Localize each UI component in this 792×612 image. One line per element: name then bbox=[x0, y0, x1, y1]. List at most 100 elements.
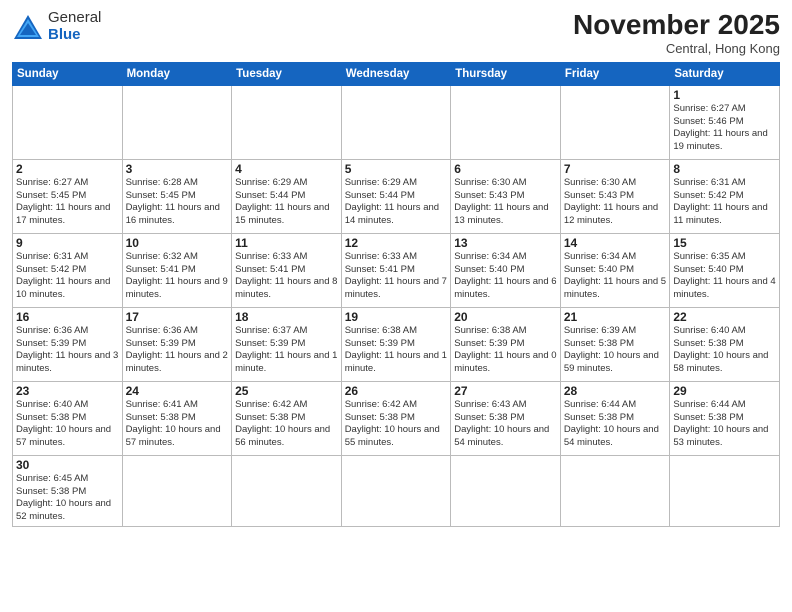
day-info: Sunrise: 6:42 AM Sunset: 5:38 PM Dayligh… bbox=[345, 399, 448, 450]
day-info: Sunrise: 6:34 AM Sunset: 5:40 PM Dayligh… bbox=[564, 251, 667, 302]
col-saturday: Saturday bbox=[670, 62, 780, 85]
col-thursday: Thursday bbox=[451, 62, 561, 85]
day-number: 11 bbox=[235, 236, 338, 250]
day-number: 23 bbox=[16, 384, 119, 398]
day-info: Sunrise: 6:29 AM Sunset: 5:44 PM Dayligh… bbox=[345, 177, 448, 228]
table-row: 22Sunrise: 6:40 AM Sunset: 5:38 PM Dayli… bbox=[670, 307, 780, 381]
table-row: 4Sunrise: 6:29 AM Sunset: 5:44 PM Daylig… bbox=[232, 159, 342, 233]
table-row bbox=[122, 455, 232, 526]
table-row: 8Sunrise: 6:31 AM Sunset: 5:42 PM Daylig… bbox=[670, 159, 780, 233]
day-number: 25 bbox=[235, 384, 338, 398]
calendar-header-row: Sunday Monday Tuesday Wednesday Thursday… bbox=[13, 62, 780, 85]
subtitle: Central, Hong Kong bbox=[573, 41, 780, 56]
day-number: 20 bbox=[454, 310, 557, 324]
table-row: 13Sunrise: 6:34 AM Sunset: 5:40 PM Dayli… bbox=[451, 233, 561, 307]
day-number: 2 bbox=[16, 162, 119, 176]
col-monday: Monday bbox=[122, 62, 232, 85]
table-row: 6Sunrise: 6:30 AM Sunset: 5:43 PM Daylig… bbox=[451, 159, 561, 233]
table-row: 14Sunrise: 6:34 AM Sunset: 5:40 PM Dayli… bbox=[560, 233, 670, 307]
day-info: Sunrise: 6:44 AM Sunset: 5:38 PM Dayligh… bbox=[564, 399, 667, 450]
day-info: Sunrise: 6:45 AM Sunset: 5:38 PM Dayligh… bbox=[16, 473, 119, 524]
table-row bbox=[122, 85, 232, 159]
table-row: 29Sunrise: 6:44 AM Sunset: 5:38 PM Dayli… bbox=[670, 381, 780, 455]
table-row bbox=[232, 455, 342, 526]
table-row: 30Sunrise: 6:45 AM Sunset: 5:38 PM Dayli… bbox=[13, 455, 123, 526]
day-info: Sunrise: 6:31 AM Sunset: 5:42 PM Dayligh… bbox=[673, 177, 776, 228]
col-wednesday: Wednesday bbox=[341, 62, 451, 85]
day-info: Sunrise: 6:33 AM Sunset: 5:41 PM Dayligh… bbox=[345, 251, 448, 302]
day-number: 14 bbox=[564, 236, 667, 250]
day-number: 6 bbox=[454, 162, 557, 176]
day-number: 9 bbox=[16, 236, 119, 250]
table-row: 25Sunrise: 6:42 AM Sunset: 5:38 PM Dayli… bbox=[232, 381, 342, 455]
table-row: 17Sunrise: 6:36 AM Sunset: 5:39 PM Dayli… bbox=[122, 307, 232, 381]
day-info: Sunrise: 6:40 AM Sunset: 5:38 PM Dayligh… bbox=[673, 325, 776, 376]
title-block: November 2025 Central, Hong Kong bbox=[573, 10, 780, 56]
day-info: Sunrise: 6:29 AM Sunset: 5:44 PM Dayligh… bbox=[235, 177, 338, 228]
day-info: Sunrise: 6:43 AM Sunset: 5:38 PM Dayligh… bbox=[454, 399, 557, 450]
table-row: 18Sunrise: 6:37 AM Sunset: 5:39 PM Dayli… bbox=[232, 307, 342, 381]
day-info: Sunrise: 6:36 AM Sunset: 5:39 PM Dayligh… bbox=[126, 325, 229, 376]
table-row: 19Sunrise: 6:38 AM Sunset: 5:39 PM Dayli… bbox=[341, 307, 451, 381]
logo-text: General Blue bbox=[48, 10, 101, 43]
table-row: 20Sunrise: 6:38 AM Sunset: 5:39 PM Dayli… bbox=[451, 307, 561, 381]
day-number: 19 bbox=[345, 310, 448, 324]
table-row: 28Sunrise: 6:44 AM Sunset: 5:38 PM Dayli… bbox=[560, 381, 670, 455]
table-row: 26Sunrise: 6:42 AM Sunset: 5:38 PM Dayli… bbox=[341, 381, 451, 455]
day-number: 5 bbox=[345, 162, 448, 176]
day-info: Sunrise: 6:30 AM Sunset: 5:43 PM Dayligh… bbox=[564, 177, 667, 228]
day-number: 30 bbox=[16, 458, 119, 472]
table-row bbox=[560, 85, 670, 159]
day-number: 13 bbox=[454, 236, 557, 250]
day-info: Sunrise: 6:36 AM Sunset: 5:39 PM Dayligh… bbox=[16, 325, 119, 376]
table-row: 12Sunrise: 6:33 AM Sunset: 5:41 PM Dayli… bbox=[341, 233, 451, 307]
col-friday: Friday bbox=[560, 62, 670, 85]
day-number: 3 bbox=[126, 162, 229, 176]
table-row: 5Sunrise: 6:29 AM Sunset: 5:44 PM Daylig… bbox=[341, 159, 451, 233]
table-row: 9Sunrise: 6:31 AM Sunset: 5:42 PM Daylig… bbox=[13, 233, 123, 307]
day-number: 8 bbox=[673, 162, 776, 176]
day-number: 22 bbox=[673, 310, 776, 324]
day-number: 17 bbox=[126, 310, 229, 324]
day-info: Sunrise: 6:28 AM Sunset: 5:45 PM Dayligh… bbox=[126, 177, 229, 228]
table-row bbox=[13, 85, 123, 159]
table-row: 10Sunrise: 6:32 AM Sunset: 5:41 PM Dayli… bbox=[122, 233, 232, 307]
col-sunday: Sunday bbox=[13, 62, 123, 85]
day-info: Sunrise: 6:44 AM Sunset: 5:38 PM Dayligh… bbox=[673, 399, 776, 450]
table-row: 24Sunrise: 6:41 AM Sunset: 5:38 PM Dayli… bbox=[122, 381, 232, 455]
day-info: Sunrise: 6:33 AM Sunset: 5:41 PM Dayligh… bbox=[235, 251, 338, 302]
day-info: Sunrise: 6:35 AM Sunset: 5:40 PM Dayligh… bbox=[673, 251, 776, 302]
table-row: 2Sunrise: 6:27 AM Sunset: 5:45 PM Daylig… bbox=[13, 159, 123, 233]
day-number: 12 bbox=[345, 236, 448, 250]
table-row: 16Sunrise: 6:36 AM Sunset: 5:39 PM Dayli… bbox=[13, 307, 123, 381]
header: General Blue November 2025 Central, Hong… bbox=[12, 10, 780, 56]
table-row bbox=[451, 85, 561, 159]
day-info: Sunrise: 6:34 AM Sunset: 5:40 PM Dayligh… bbox=[454, 251, 557, 302]
table-row: 27Sunrise: 6:43 AM Sunset: 5:38 PM Dayli… bbox=[451, 381, 561, 455]
table-row bbox=[341, 85, 451, 159]
month-title: November 2025 bbox=[573, 10, 780, 41]
table-row: 3Sunrise: 6:28 AM Sunset: 5:45 PM Daylig… bbox=[122, 159, 232, 233]
table-row: 21Sunrise: 6:39 AM Sunset: 5:38 PM Dayli… bbox=[560, 307, 670, 381]
day-number: 29 bbox=[673, 384, 776, 398]
day-number: 27 bbox=[454, 384, 557, 398]
day-number: 18 bbox=[235, 310, 338, 324]
day-info: Sunrise: 6:42 AM Sunset: 5:38 PM Dayligh… bbox=[235, 399, 338, 450]
logo-blue: Blue bbox=[48, 26, 81, 43]
day-number: 24 bbox=[126, 384, 229, 398]
table-row: 11Sunrise: 6:33 AM Sunset: 5:41 PM Dayli… bbox=[232, 233, 342, 307]
table-row bbox=[670, 455, 780, 526]
day-number: 21 bbox=[564, 310, 667, 324]
table-row bbox=[560, 455, 670, 526]
calendar: Sunday Monday Tuesday Wednesday Thursday… bbox=[12, 62, 780, 527]
day-info: Sunrise: 6:38 AM Sunset: 5:39 PM Dayligh… bbox=[345, 325, 448, 376]
table-row: 23Sunrise: 6:40 AM Sunset: 5:38 PM Dayli… bbox=[13, 381, 123, 455]
day-info: Sunrise: 6:31 AM Sunset: 5:42 PM Dayligh… bbox=[16, 251, 119, 302]
day-info: Sunrise: 6:27 AM Sunset: 5:46 PM Dayligh… bbox=[673, 103, 776, 154]
day-number: 10 bbox=[126, 236, 229, 250]
day-number: 1 bbox=[673, 88, 776, 102]
col-tuesday: Tuesday bbox=[232, 62, 342, 85]
day-info: Sunrise: 6:30 AM Sunset: 5:43 PM Dayligh… bbox=[454, 177, 557, 228]
day-info: Sunrise: 6:40 AM Sunset: 5:38 PM Dayligh… bbox=[16, 399, 119, 450]
table-row bbox=[341, 455, 451, 526]
